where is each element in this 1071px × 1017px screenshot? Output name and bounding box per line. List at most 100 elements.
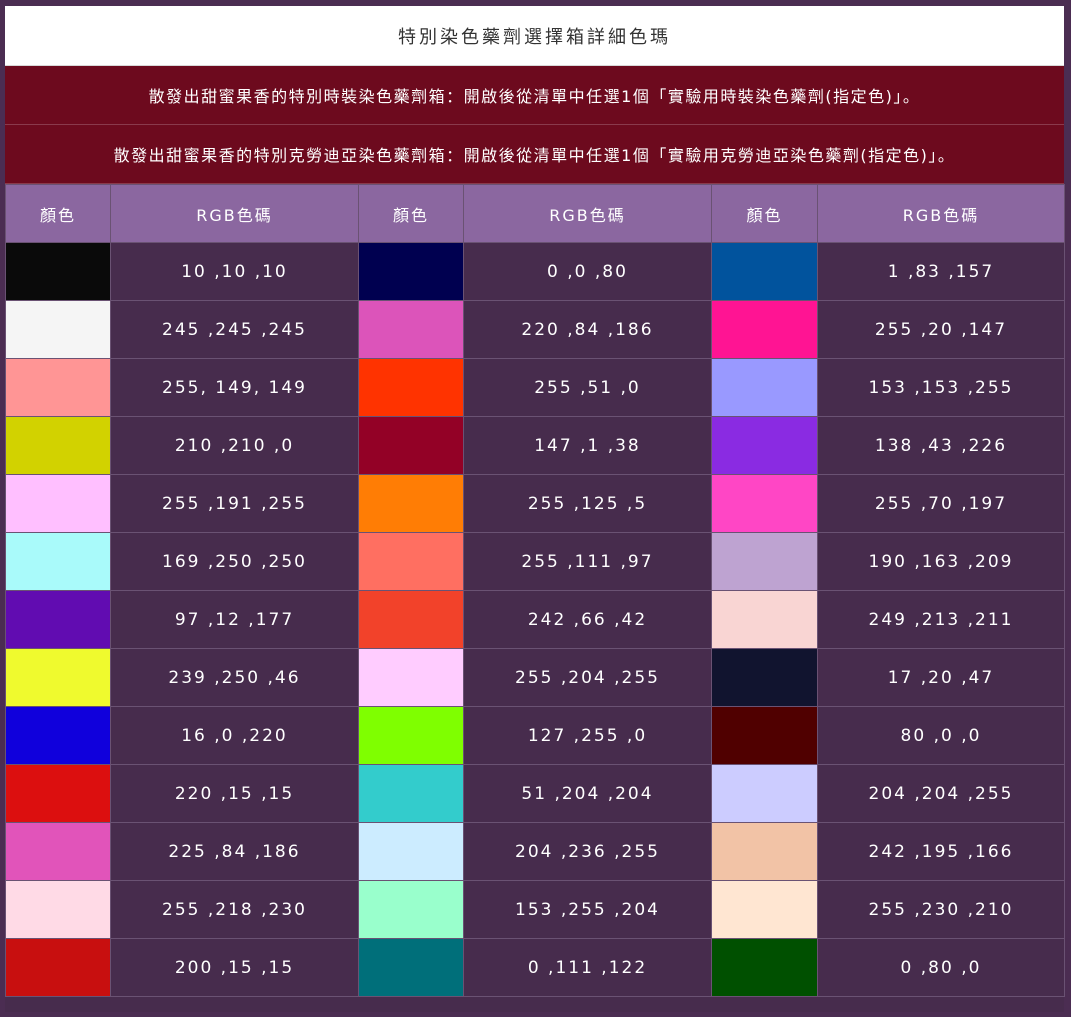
rgb-code: 17 ,20 ,47: [817, 648, 1065, 707]
color-swatch: [358, 416, 464, 475]
rgb-code: 153 ,255 ,204: [463, 880, 712, 939]
page-title: 特別染色藥劑選擇箱詳細色瑪: [5, 6, 1064, 66]
color-swatch: [5, 822, 111, 881]
color-swatch: [5, 242, 111, 301]
table-row: 200 ,15 ,15 0 ,111 ,122 0 ,80 ,0: [5, 938, 1065, 997]
table-row: 239 ,250 ,46 255 ,204 ,255 17 ,20 ,47: [5, 648, 1065, 707]
color-swatch: [358, 822, 464, 881]
rgb-code: 255 ,51 ,0: [463, 358, 712, 417]
color-swatch: [358, 938, 464, 997]
color-swatch: [358, 648, 464, 707]
rgb-code: 0 ,0 ,80: [463, 242, 712, 301]
color-swatch: [358, 474, 464, 533]
table-header-row: 顏色 RGB色碼 顏色 RGB色碼 顏色 RGB色碼: [5, 184, 1065, 243]
rgb-code: 147 ,1 ,38: [463, 416, 712, 475]
rgb-code: 153 ,153 ,255: [817, 358, 1065, 417]
color-swatch: [358, 242, 464, 301]
rgb-code: 255 ,20 ,147: [817, 300, 1065, 359]
header-color: 顏色: [5, 184, 111, 243]
color-swatch: [5, 648, 111, 707]
rgb-code: 138 ,43 ,226: [817, 416, 1065, 475]
color-swatch: [711, 416, 818, 475]
color-swatch: [358, 532, 464, 591]
table-row: 255 ,218 ,230 153 ,255 ,204 255 ,230 ,210: [5, 880, 1065, 939]
header-color: 顏色: [358, 184, 464, 243]
dye-color-panel: 特別染色藥劑選擇箱詳細色瑪 散發出甜蜜果香的特別時裝染色藥劑箱：開啟後從清單中任…: [5, 6, 1065, 1012]
rgb-code: 220 ,15 ,15: [110, 764, 359, 823]
rgb-code: 225 ,84 ,186: [110, 822, 359, 881]
header-rgb: RGB色碼: [463, 184, 712, 243]
rgb-code: 255 ,204 ,255: [463, 648, 712, 707]
color-swatch: [711, 822, 818, 881]
color-swatch: [5, 938, 111, 997]
table-row: 255 ,191 ,255 255 ,125 ,5 255 ,70 ,197: [5, 474, 1065, 533]
color-swatch: [711, 938, 818, 997]
rgb-code: 245 ,245 ,245: [110, 300, 359, 359]
rgb-code: 239 ,250 ,46: [110, 648, 359, 707]
color-swatch: [711, 358, 818, 417]
rgb-code: 80 ,0 ,0: [817, 706, 1065, 765]
color-swatch: [358, 590, 464, 649]
color-swatch: [711, 532, 818, 591]
table-row: 10 ,10 ,10 0 ,0 ,80 1 ,83 ,157: [5, 242, 1065, 301]
rgb-code: 255 ,125 ,5: [463, 474, 712, 533]
rgb-code: 0 ,80 ,0: [817, 938, 1065, 997]
rgb-code: 255 ,218 ,230: [110, 880, 359, 939]
color-swatch: [711, 300, 818, 359]
rgb-code: 255 ,111 ,97: [463, 532, 712, 591]
color-swatch: [358, 358, 464, 417]
table-row: 220 ,15 ,15 51 ,204 ,204 204 ,204 ,255: [5, 764, 1065, 823]
color-code-table: 顏色 RGB色碼 顏色 RGB色碼 顏色 RGB色碼 10 ,10 ,10 0 ,…: [5, 184, 1065, 997]
color-swatch: [5, 706, 111, 765]
table-row: 225 ,84 ,186 204 ,236 ,255 242 ,195 ,166: [5, 822, 1065, 881]
rgb-code: 204 ,204 ,255: [817, 764, 1065, 823]
rgb-code: 242 ,195 ,166: [817, 822, 1065, 881]
rgb-code: 0 ,111 ,122: [463, 938, 712, 997]
color-swatch: [5, 880, 111, 939]
rgb-code: 16 ,0 ,220: [110, 706, 359, 765]
table-row: 255, 149, 149 255 ,51 ,0 153 ,153 ,255: [5, 358, 1065, 417]
color-swatch: [711, 474, 818, 533]
table-row: 210 ,210 ,0 147 ,1 ,38 138 ,43 ,226: [5, 416, 1065, 475]
rgb-code: 255 ,70 ,197: [817, 474, 1065, 533]
table-row: 97 ,12 ,177 242 ,66 ,42 249 ,213 ,211: [5, 590, 1065, 649]
rgb-code: 249 ,213 ,211: [817, 590, 1065, 649]
color-swatch: [711, 880, 818, 939]
color-swatch: [358, 880, 464, 939]
table-row: 16 ,0 ,220 127 ,255 ,0 80 ,0 ,0: [5, 706, 1065, 765]
header-rgb: RGB色碼: [817, 184, 1065, 243]
color-swatch: [5, 764, 111, 823]
color-swatch: [358, 706, 464, 765]
rgb-code: 190 ,163 ,209: [817, 532, 1065, 591]
table-row: 245 ,245 ,245 220 ,84 ,186 255 ,20 ,147: [5, 300, 1065, 359]
color-swatch: [358, 764, 464, 823]
color-swatch: [711, 648, 818, 707]
rgb-code: 51 ,204 ,204: [463, 764, 712, 823]
color-swatch: [5, 358, 111, 417]
rgb-code: 97 ,12 ,177: [110, 590, 359, 649]
rgb-code: 204 ,236 ,255: [463, 822, 712, 881]
rgb-code: 255, 149, 149: [110, 358, 359, 417]
notice-claudia-dye-box: 散發出甜蜜果香的特別克勞迪亞染色藥劑箱：開啟後從清單中任選1個「實驗用克勞迪亞染…: [5, 125, 1064, 184]
rgb-code: 10 ,10 ,10: [110, 242, 359, 301]
color-swatch: [5, 416, 111, 475]
color-swatch: [5, 300, 111, 359]
rgb-code: 242 ,66 ,42: [463, 590, 712, 649]
header-rgb: RGB色碼: [110, 184, 359, 243]
rgb-code: 127 ,255 ,0: [463, 706, 712, 765]
rgb-code: 169 ,250 ,250: [110, 532, 359, 591]
color-swatch: [358, 300, 464, 359]
color-swatch: [711, 706, 818, 765]
rgb-code: 255 ,191 ,255: [110, 474, 359, 533]
color-swatch: [711, 590, 818, 649]
rgb-code: 210 ,210 ,0: [110, 416, 359, 475]
header-color: 顏色: [711, 184, 818, 243]
rgb-code: 255 ,230 ,210: [817, 880, 1065, 939]
color-swatch: [5, 474, 111, 533]
rgb-code: 1 ,83 ,157: [817, 242, 1065, 301]
color-swatch: [711, 764, 818, 823]
rgb-code: 200 ,15 ,15: [110, 938, 359, 997]
color-swatch: [711, 242, 818, 301]
rgb-code: 220 ,84 ,186: [463, 300, 712, 359]
table-row: 169 ,250 ,250 255 ,111 ,97 190 ,163 ,209: [5, 532, 1065, 591]
